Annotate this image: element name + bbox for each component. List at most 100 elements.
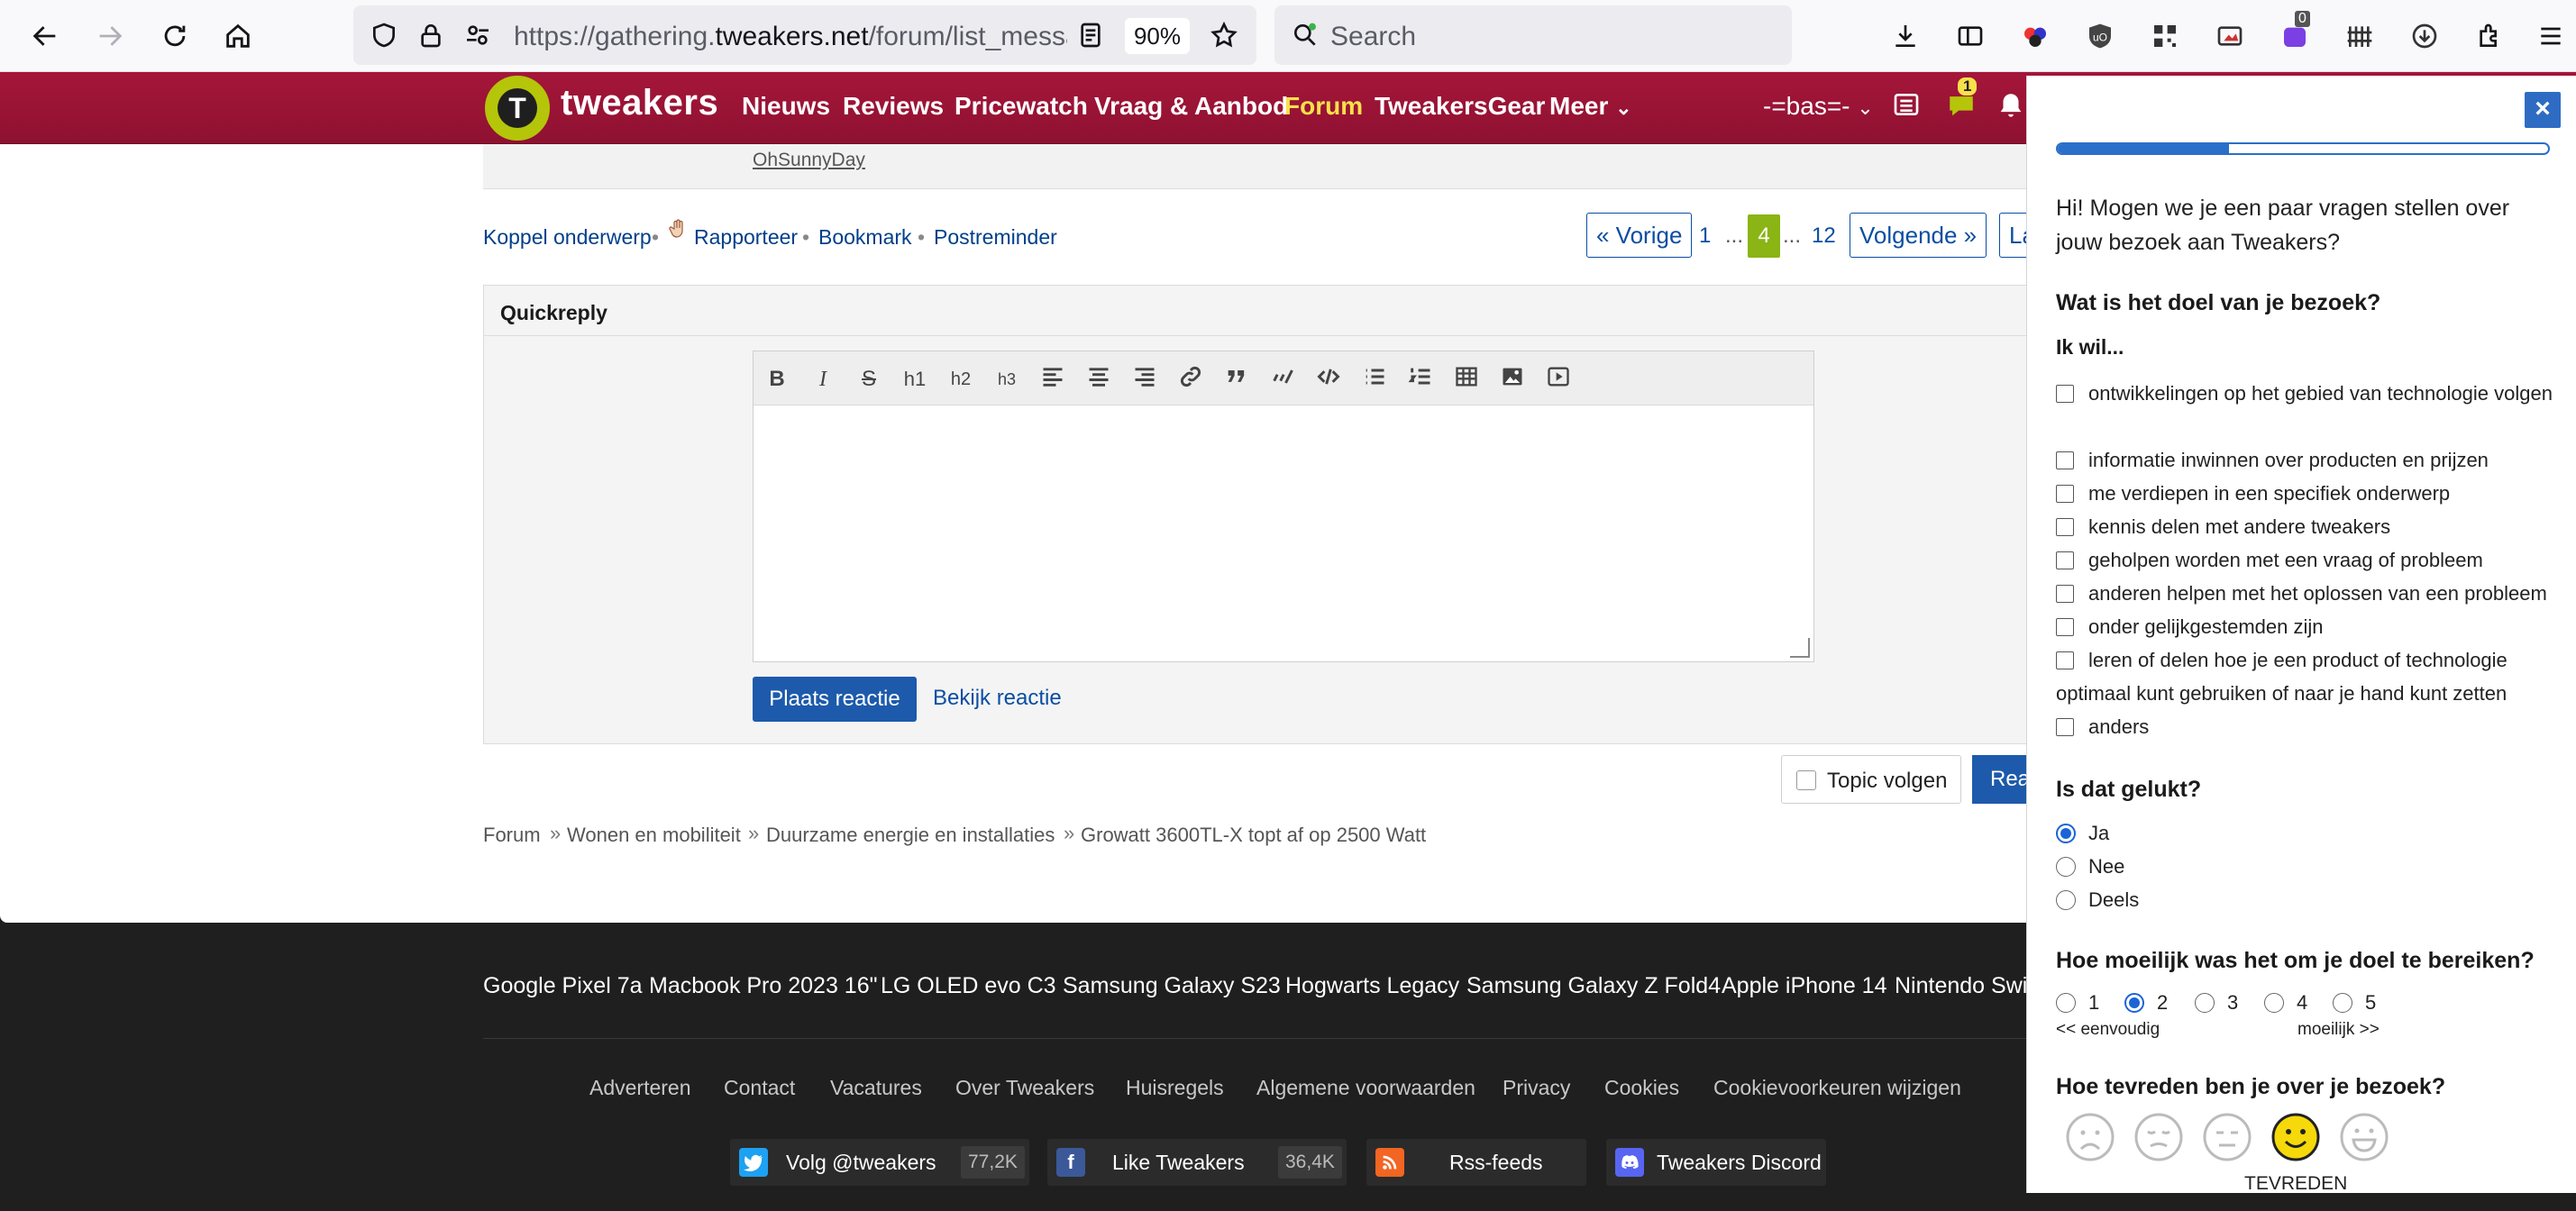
list-icon[interactable] xyxy=(1891,90,1922,119)
zoom-level[interactable]: 90% xyxy=(1125,18,1190,54)
nav-vraag-aanbod[interactable]: Vraag & Aanbod xyxy=(1094,92,1288,121)
survey-option[interactable]: ontwikkelingen op het gebied van technol… xyxy=(2056,377,2561,410)
align-right-icon[interactable] xyxy=(1128,364,1161,395)
breadcrumb-forum[interactable]: Forum xyxy=(483,824,541,847)
nav-pricewatch[interactable]: Pricewatch xyxy=(955,92,1088,121)
twitter-button[interactable]: Volg @tweakers 77,2K xyxy=(730,1139,1029,1186)
survey-option[interactable]: anders xyxy=(2056,710,2561,743)
ublock-icon[interactable]: uO xyxy=(2082,18,2118,54)
scale-option[interactable]: 4 xyxy=(2264,991,2307,1015)
download-circle-icon[interactable] xyxy=(2407,18,2443,54)
survey-radio[interactable] xyxy=(2124,993,2144,1013)
search-box[interactable]: Search xyxy=(1274,5,1792,65)
table-icon[interactable] xyxy=(1450,364,1483,395)
survey-checkbox[interactable] xyxy=(2056,551,2074,569)
survey-option[interactable]: anderen helpen met het oplossen van een … xyxy=(2056,577,2561,610)
survey-radio[interactable] xyxy=(2056,993,2076,1013)
plaats-reactie-button[interactable]: Plaats reactie xyxy=(753,677,917,722)
trending-link[interactable]: Google Pixel 7a xyxy=(483,973,643,999)
footer-link[interactable]: Adverteren xyxy=(589,1076,691,1100)
heading1-button[interactable]: h1 xyxy=(899,364,931,395)
nav-nieuws[interactable]: Nieuws xyxy=(742,92,830,121)
survey-checkbox[interactable] xyxy=(2056,718,2074,736)
unhappy-face-icon[interactable] xyxy=(2133,1112,2184,1162)
footer-link[interactable]: Huisregels xyxy=(1126,1076,1224,1100)
bookmark-link[interactable]: Bookmark xyxy=(818,225,912,250)
scale-option[interactable]: 3 xyxy=(2195,991,2238,1015)
italic-button[interactable]: I xyxy=(807,364,839,395)
hand-icon[interactable] xyxy=(667,216,689,241)
survey-radio[interactable] xyxy=(2195,993,2215,1013)
scale-option[interactable]: 1 xyxy=(2056,991,2099,1015)
reload-icon[interactable] xyxy=(153,14,196,58)
bold-button[interactable]: B xyxy=(761,364,793,395)
trending-link[interactable]: LG OLED evo C3 xyxy=(881,973,1056,999)
topic-volgen-checkbox[interactable] xyxy=(1796,770,1816,790)
user-menu[interactable]: -=bas=- ⌄ xyxy=(1763,92,1874,121)
strikethrough-button[interactable]: S xyxy=(853,364,885,395)
survey-radio-option[interactable]: Deels xyxy=(2056,883,2561,916)
color-extension-icon[interactable] xyxy=(2017,18,2053,54)
breadcrumb-topic[interactable]: Growatt 3600TL-X topt af op 2500 Watt xyxy=(1081,824,1426,847)
trending-link[interactable]: Nintendo Swit xyxy=(1895,973,2033,999)
quote-icon[interactable] xyxy=(1220,364,1253,395)
happy-face-icon[interactable] xyxy=(2270,1112,2321,1162)
postreminder-link[interactable]: Postreminder xyxy=(934,225,1057,250)
nav-forum[interactable]: Forum xyxy=(1284,92,1363,121)
survey-radio[interactable] xyxy=(2056,857,2076,877)
rss-button[interactable]: Rss-feeds xyxy=(1366,1139,1586,1186)
koppel-onderwerp-link[interactable]: Koppel onderwerp xyxy=(483,225,652,250)
survey-close-button[interactable]: × xyxy=(2525,92,2561,128)
star-icon[interactable] xyxy=(1206,17,1242,53)
lock-icon[interactable] xyxy=(413,17,449,53)
rapporteer-link[interactable]: Rapporteer xyxy=(694,225,798,250)
bullet-list-icon[interactable] xyxy=(1358,364,1391,395)
post-signature-link[interactable]: OhSunnyDay xyxy=(753,150,865,171)
footer-link[interactable]: Privacy xyxy=(1503,1076,1570,1100)
survey-checkbox[interactable] xyxy=(2056,485,2074,503)
spoiler-icon[interactable] xyxy=(1266,364,1299,395)
home-icon[interactable] xyxy=(216,14,260,58)
resize-grip-icon[interactable] xyxy=(1790,638,1810,658)
extensions-puzzle-icon[interactable] xyxy=(2471,18,2507,54)
align-left-icon[interactable] xyxy=(1037,364,1069,395)
footer-link[interactable]: Cookievoorkeuren wijzigen xyxy=(1713,1076,1961,1100)
very-unhappy-face-icon[interactable] xyxy=(2065,1112,2115,1162)
page-1-link[interactable]: 1 xyxy=(1699,223,1711,249)
survey-checkbox[interactable] xyxy=(2056,518,2074,536)
trending-link[interactable]: Macbook Pro 2023 16" xyxy=(649,973,877,999)
survey-radio-option[interactable]: Nee xyxy=(2056,850,2561,883)
chat-bubble-icon[interactable]: 1 xyxy=(1945,77,1978,121)
very-happy-face-icon[interactable] xyxy=(2339,1112,2389,1162)
trending-link[interactable]: Apple iPhone 14 xyxy=(1722,973,1886,999)
footer-link[interactable]: Algemene voorwaarden xyxy=(1256,1076,1475,1100)
bekijk-reactie-link[interactable]: Bekijk reactie xyxy=(933,686,1062,711)
extension-badge-icon[interactable]: 0 xyxy=(2277,11,2313,54)
footer-link[interactable]: Cookies xyxy=(1604,1076,1679,1100)
qr-code-icon[interactable] xyxy=(2147,18,2183,54)
fence-extension-icon[interactable] xyxy=(2342,18,2378,54)
nav-meer[interactable]: Meer ⌄ xyxy=(1549,92,1632,121)
survey-option[interactable]: kennis delen met andere tweakers xyxy=(2056,510,2561,543)
menu-hamburger-icon[interactable] xyxy=(2533,18,2569,54)
breadcrumb-energie[interactable]: Duurzame energie en installaties xyxy=(766,824,1055,847)
page-12-link[interactable]: 12 xyxy=(1812,223,1836,249)
previous-page-button[interactable]: « Vorige xyxy=(1586,213,1693,258)
survey-option[interactable]: leren of delen hoe je een product of tec… xyxy=(2056,643,2561,710)
survey-checkbox[interactable] xyxy=(2056,585,2074,603)
url-text[interactable]: https://gathering.tweakers.net/forum/lis… xyxy=(514,22,1067,52)
screenshot-icon[interactable] xyxy=(2212,18,2248,54)
video-icon[interactable] xyxy=(1542,364,1575,395)
align-center-icon[interactable] xyxy=(1082,364,1115,395)
bell-icon[interactable] xyxy=(1996,90,2026,121)
scale-option[interactable]: 2 xyxy=(2124,991,2168,1015)
numbered-list-icon[interactable] xyxy=(1404,364,1437,395)
download-icon[interactable] xyxy=(1887,18,1923,54)
back-arrow-icon[interactable] xyxy=(23,14,67,58)
logo-text[interactable]: tweakers xyxy=(561,83,718,123)
shield-icon[interactable] xyxy=(366,17,402,53)
survey-checkbox[interactable] xyxy=(2056,385,2074,403)
survey-checkbox[interactable] xyxy=(2056,618,2074,636)
address-bar[interactable]: https://gathering.tweakers.net/forum/lis… xyxy=(353,5,1256,65)
image-icon[interactable] xyxy=(1496,364,1529,395)
